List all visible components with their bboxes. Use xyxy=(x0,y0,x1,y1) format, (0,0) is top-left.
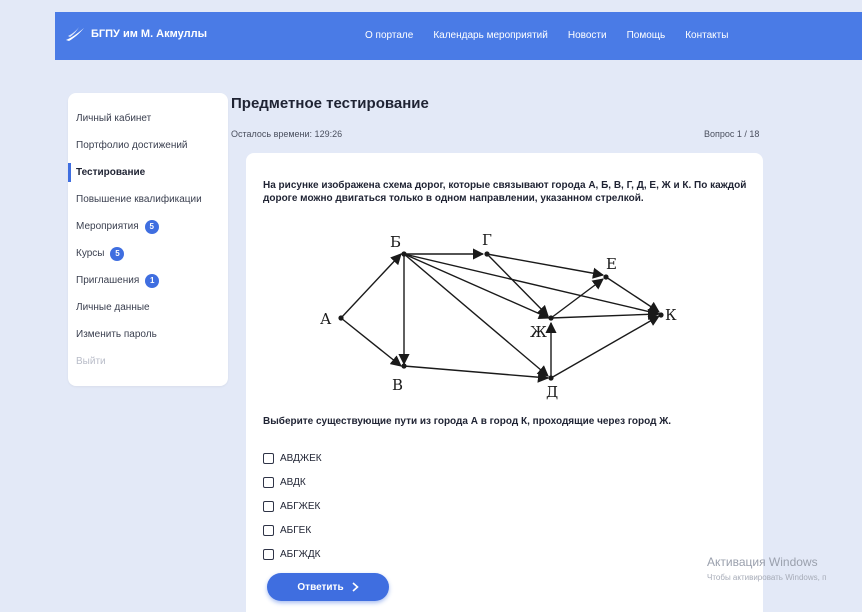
option-label: АВДЖЕК xyxy=(280,453,322,464)
checkbox[interactable] xyxy=(263,525,274,536)
node-g xyxy=(484,251,490,257)
checkbox[interactable] xyxy=(263,501,274,512)
sidebar-item-label: Выйти xyxy=(76,356,106,367)
chevron-right-icon xyxy=(352,582,359,592)
sidebar-item-label: Личные данные xyxy=(76,302,150,313)
sidebar-item-portfolio[interactable]: Портфолио достижений xyxy=(68,132,228,159)
windows-activation-subtitle: Чтобы активировать Windows, п xyxy=(707,573,827,582)
task-prompt: Выберите существующие пути из города А в… xyxy=(263,416,672,427)
nav-help[interactable]: Помощь xyxy=(627,30,666,41)
sidebar-item-label: Мероприятия xyxy=(76,221,139,232)
windows-activation-title: Активация Windows xyxy=(707,555,818,569)
sidebar-item-account[interactable]: Личный кабинет xyxy=(68,105,228,132)
answer-option-1[interactable]: АВДЖЕК xyxy=(263,453,322,464)
node-zh-label: Ж xyxy=(530,323,547,341)
nav-about[interactable]: О портале xyxy=(365,30,413,41)
sidebar-item-invitations[interactable]: Приглашения 1 xyxy=(68,267,228,294)
sidebar-item-testing[interactable]: Тестирование xyxy=(68,159,228,186)
sidebar-item-label: Приглашения xyxy=(76,275,140,286)
option-label: АБГЖЕК xyxy=(280,501,321,512)
option-label: АБГЖДК xyxy=(280,549,321,560)
node-b-label: Б xyxy=(390,233,401,251)
events-count-badge: 5 xyxy=(144,219,159,234)
top-navigation-bar: БГПУ им М. Акмуллы О портале Календарь м… xyxy=(55,12,862,60)
road-graph-diagram: А Б В Г Е Ж Д К xyxy=(320,231,677,401)
submit-answer-button[interactable]: Ответить xyxy=(267,573,389,601)
node-a xyxy=(338,315,344,321)
checkbox[interactable] xyxy=(263,549,274,560)
answer-option-3[interactable]: АБГЖЕК xyxy=(263,501,320,512)
sidebar-item-events[interactable]: Мероприятия 5 xyxy=(68,213,228,240)
sidebar-item-label: Курсы xyxy=(76,248,105,259)
courses-count-badge: 5 xyxy=(110,246,125,261)
option-label: АВДК xyxy=(280,477,306,488)
brand-name: БГПУ им М. Акмуллы xyxy=(91,28,207,40)
university-logo-icon xyxy=(66,27,84,41)
sidebar-item-label: Повышение квалификации xyxy=(76,194,202,205)
node-b xyxy=(401,251,407,257)
time-remaining: Осталось времени: 129:26 xyxy=(231,129,343,139)
option-label: АБГЕК xyxy=(280,525,312,536)
answer-option-2[interactable]: АВДК xyxy=(263,477,306,488)
sidebar-item-label: Изменить пароль xyxy=(76,329,157,340)
node-v xyxy=(401,363,407,369)
node-v-label: В xyxy=(392,376,403,394)
sidebar: Личный кабинет Портфолио достижений Тест… xyxy=(68,93,228,386)
sidebar-item-qualification[interactable]: Повышение квалификации xyxy=(68,186,228,213)
question-text: На рисунке изображена схема дорог, котор… xyxy=(263,180,747,204)
node-e-label: Е xyxy=(606,255,617,273)
page-title: Предметное тестирование xyxy=(231,95,429,112)
node-k xyxy=(658,312,664,318)
answer-option-5[interactable]: АБГЖДК xyxy=(263,549,320,560)
brand[interactable]: БГПУ им М. Акмуллы xyxy=(65,26,207,42)
question-counter: Вопрос 1 / 18 xyxy=(704,129,760,139)
sidebar-item-personal-data[interactable]: Личные данные xyxy=(68,294,228,321)
sidebar-item-label: Личный кабинет xyxy=(76,113,152,124)
nav-contacts[interactable]: Контакты xyxy=(685,30,728,41)
submit-label: Ответить xyxy=(297,581,344,593)
nav-news[interactable]: Новости xyxy=(568,30,607,41)
sidebar-item-change-password[interactable]: Изменить пароль xyxy=(68,321,228,348)
checkbox[interactable] xyxy=(263,477,274,488)
checkbox[interactable] xyxy=(263,453,274,464)
main-nav: О портале Календарь мероприятий Новости … xyxy=(365,30,748,41)
node-d-label: Д xyxy=(546,383,558,401)
node-d xyxy=(548,375,554,381)
node-g-label: Г xyxy=(482,231,492,249)
sidebar-item-label: Тестирование xyxy=(76,167,146,178)
sidebar-item-courses[interactable]: Курсы 5 xyxy=(68,240,228,267)
node-e xyxy=(603,274,609,280)
invitations-count-badge: 1 xyxy=(145,273,160,288)
sidebar-item-logout[interactable]: Выйти xyxy=(68,348,228,375)
answer-option-4[interactable]: АБГЕК xyxy=(263,525,311,536)
nav-events-calendar[interactable]: Календарь мероприятий xyxy=(433,30,548,41)
node-k-label: К xyxy=(665,306,677,324)
node-zh xyxy=(548,315,554,321)
sidebar-item-label: Портфолио достижений xyxy=(76,140,188,151)
question-card: На рисунке изображена схема дорог, котор… xyxy=(246,153,763,612)
node-a-label: А xyxy=(320,310,332,328)
